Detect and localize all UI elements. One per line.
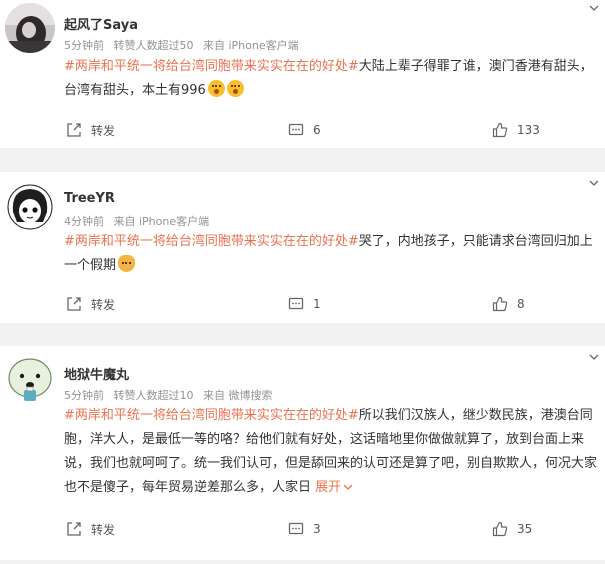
likes-badge: 转赞人数超过10 — [113, 389, 194, 402]
action-bar: 转发 6 133 — [0, 120, 605, 140]
comment-count: 3 — [313, 522, 321, 536]
timestamp: 5分钟前 — [64, 39, 104, 52]
source: 来自 微博搜索 — [203, 389, 273, 402]
share-icon — [67, 297, 81, 311]
hashtag-link[interactable]: #两岸和平统一将给台湾同胞带来实实在在的好处# — [64, 408, 359, 423]
hashtag-link[interactable]: #两岸和平统一将给台湾同胞带来实实在在的好处# — [64, 234, 359, 249]
expand-label: 展开 — [315, 480, 342, 495]
comment-button[interactable]: 1 — [288, 294, 321, 314]
comment-card: 地狱牛魔丸 5分钟前 转赞人数超过10 来自 微博搜索 #两岸和平统一将给台湾同… — [0, 346, 605, 560]
comment-card: TreeYR 4分钟前 来自 iPhone客户端 #两岸和平统一将给台湾同胞带来… — [0, 172, 605, 323]
hashtag-link[interactable]: #两岸和平统一将给台湾同胞带来实实在在的好处# — [64, 59, 359, 74]
comment-button[interactable]: 6 — [288, 120, 321, 140]
comment-text: #两岸和平统一将给台湾同胞带来实实在在的好处#大陆上辈子得罪了谁，澳门香港有甜头… — [64, 55, 600, 103]
shocked-face-emoji-icon — [207, 80, 225, 97]
source: 来自 iPhone客户端 — [113, 215, 210, 228]
comment-meta: 5分钟前 转赞人数超过50 来自 iPhone客户端 — [64, 37, 305, 53]
username[interactable]: TreeYR — [64, 191, 115, 206]
comment-count: 6 — [313, 123, 321, 137]
comment-button[interactable]: 3 — [288, 519, 321, 539]
comment-meta: 5分钟前 转赞人数超过10 来自 微博搜索 — [64, 387, 279, 403]
share-label: 转发 — [91, 123, 116, 138]
action-bar: 转发 3 35 — [0, 519, 605, 539]
chevron-down-icon[interactable] — [589, 178, 599, 188]
chevron-down-icon[interactable] — [589, 352, 599, 362]
avatar[interactable] — [5, 3, 55, 53]
share-label: 转发 — [91, 522, 116, 537]
likes-badge: 转赞人数超过50 — [113, 39, 194, 52]
timestamp: 4分钟前 — [64, 215, 104, 228]
like-count: 35 — [517, 522, 533, 536]
chevron-down-icon[interactable] — [589, 3, 599, 13]
comment-meta: 4分钟前 来自 iPhone客户端 — [64, 213, 215, 229]
username[interactable]: 起风了Saya — [64, 14, 138, 33]
comment-icon — [288, 297, 304, 310]
source: 来自 iPhone客户端 — [203, 39, 299, 52]
share-icon — [67, 522, 81, 536]
thumbs-up-icon — [492, 521, 508, 537]
comment-card: 起风了Saya 5分钟前 转赞人数超过50 来自 iPhone客户端 #两岸和平… — [0, 0, 605, 148]
share-icon — [67, 123, 81, 137]
comment-icon — [288, 522, 304, 535]
chevron-down-icon — [343, 484, 353, 490]
like-count: 8 — [517, 297, 525, 311]
thumbs-up-icon — [492, 296, 508, 312]
comment-icon — [288, 123, 304, 136]
comment-text: #两岸和平统一将给台湾同胞带来实实在在的好处#所以我们汉族人，继少数民族，港澳台… — [64, 404, 600, 500]
like-button[interactable]: 8 — [492, 294, 525, 314]
comment-text: #两岸和平统一将给台湾同胞带来实实在在的好处#哭了，内地孩子，只能请求台湾回归加… — [64, 230, 600, 278]
thumbs-up-icon — [492, 122, 508, 138]
username[interactable]: 地狱牛魔丸 — [64, 364, 129, 383]
like-button[interactable]: 133 — [492, 120, 540, 140]
like-count: 133 — [517, 123, 540, 137]
share-button[interactable]: 转发 — [66, 120, 115, 140]
shocked-face-emoji-icon — [226, 80, 244, 97]
timestamp: 5分钟前 — [64, 389, 104, 402]
comment-count: 1 — [313, 297, 321, 311]
avatar[interactable] — [5, 182, 55, 232]
share-label: 转发 — [91, 297, 116, 312]
share-button[interactable]: 转发 — [66, 519, 115, 539]
share-button[interactable]: 转发 — [66, 294, 115, 314]
cat-face-emoji-icon — [118, 255, 136, 272]
like-button[interactable]: 35 — [492, 519, 532, 539]
expand-link[interactable]: 展开 — [315, 480, 353, 495]
action-bar: 转发 1 8 — [0, 294, 605, 314]
avatar[interactable] — [5, 354, 55, 404]
